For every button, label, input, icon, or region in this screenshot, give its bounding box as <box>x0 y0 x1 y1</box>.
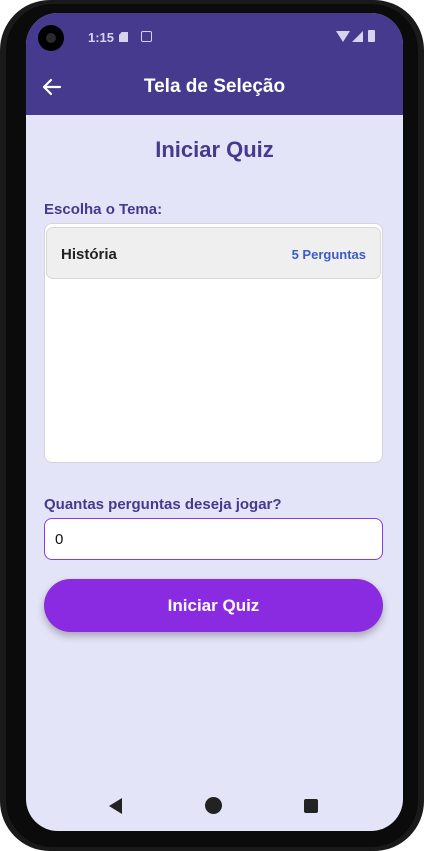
recents-square-icon[interactable] <box>304 799 318 813</box>
page-title: Iniciar Quiz <box>155 137 274 162</box>
screen-icon <box>141 31 152 42</box>
phone-frame: 1:15 Tela de Seleção Iniciar Quiz Escolh… <box>0 0 424 851</box>
battery-icon <box>368 30 375 42</box>
status-bar: 1:15 <box>26 13 403 63</box>
signal-icon <box>352 31 363 42</box>
app-bar-title: Tela de Seleção <box>143 76 286 97</box>
wifi-icon <box>336 31 350 42</box>
question-count-input[interactable] <box>44 518 383 560</box>
back-triangle-icon[interactable] <box>109 798 122 814</box>
question-count-label: Quantas perguntas deseja jogar? <box>44 496 282 513</box>
home-circle-icon[interactable] <box>205 797 222 814</box>
camera-cutout-icon <box>38 25 64 51</box>
start-quiz-button[interactable]: Iniciar Quiz <box>44 579 383 632</box>
main-content: Iniciar Quiz Escolha o Tema: História 5 … <box>26 115 403 831</box>
system-nav-bar <box>26 781 403 831</box>
list-item-topic[interactable]: História 5 Perguntas <box>46 227 381 279</box>
theme-label: Escolha o Tema: <box>44 201 163 218</box>
top-bar: 1:15 Tela de Seleção <box>26 13 403 115</box>
topic-list[interactable]: História 5 Perguntas <box>44 223 383 463</box>
status-time: 1:15 <box>88 30 115 45</box>
sd-card-icon <box>119 32 128 42</box>
topic-name: História <box>61 246 117 263</box>
topic-question-count: 5 Perguntas <box>291 247 366 262</box>
phone-screen: 1:15 Tela de Seleção Iniciar Quiz Escolh… <box>26 13 403 831</box>
app-bar: Tela de Seleção <box>26 63 403 115</box>
